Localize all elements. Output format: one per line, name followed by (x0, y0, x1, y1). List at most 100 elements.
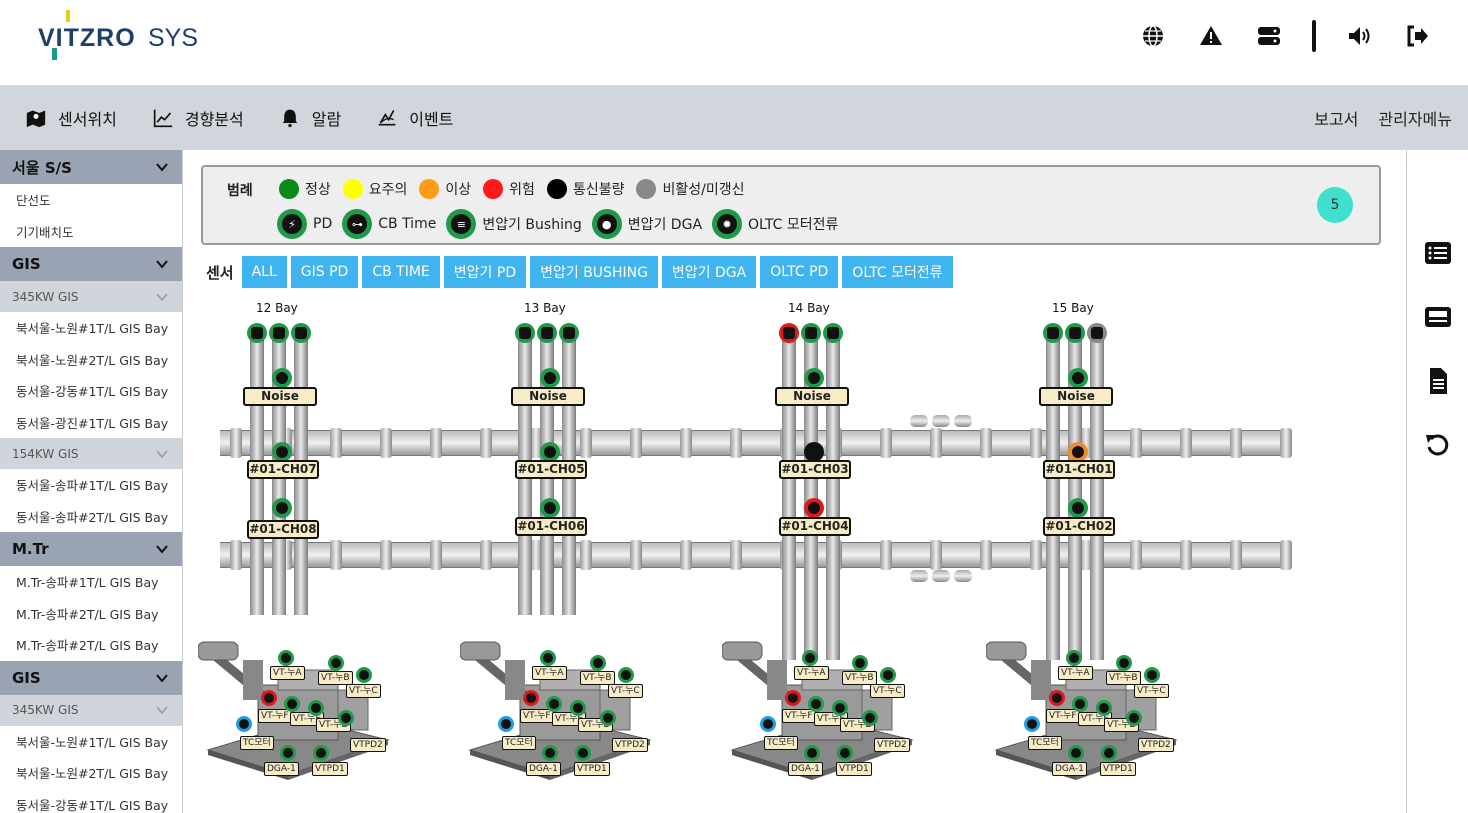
cb-time-sensor-icon[interactable] (1065, 323, 1085, 343)
sidebar-sub-345kw[interactable]: 345KW GIS (0, 281, 182, 312)
transformer-sensor-icon[interactable] (1101, 745, 1117, 761)
transformer-sensor-tag[interactable]: VT-누C (870, 684, 905, 698)
sidebar-group-seoul[interactable]: 서울 S/S (0, 150, 182, 184)
transformer-sensor-icon[interactable] (280, 745, 296, 761)
channel-tag[interactable]: #01-CH05 (515, 460, 587, 479)
transformer-sensor-icon[interactable] (498, 716, 514, 732)
sidebar-item[interactable]: 북서울-노원#1T/L GIS Bay (0, 726, 182, 758)
noise-tag[interactable]: Noise (775, 387, 849, 406)
cb-time-sensor-icon[interactable] (1087, 323, 1107, 343)
transformer-sensor-tag[interactable]: VTPD2 (612, 738, 648, 752)
transformer-sensor-icon[interactable] (600, 710, 616, 726)
transformer-sensor-icon[interactable] (760, 716, 776, 732)
transformer-sensor-icon[interactable] (1096, 700, 1112, 716)
transformer-sensor-tag[interactable]: VTPD2 (350, 738, 386, 752)
sidebar-sub-345kw-2[interactable]: 345KW GIS (0, 694, 182, 726)
transformer-sensor-tag[interactable]: VTPD2 (1138, 738, 1174, 752)
transformer-sensor-icon[interactable] (261, 690, 277, 706)
cb-time-sensor-icon[interactable] (291, 323, 311, 343)
transformer-sensor-icon[interactable] (236, 716, 252, 732)
transformer-sensor-icon[interactable] (1144, 667, 1160, 683)
sidebar-sub-154kw[interactable]: 154KW GIS (0, 438, 182, 469)
transformer-sensor-tag[interactable]: VT-누F (782, 709, 816, 723)
transformer-sensor-icon[interactable] (328, 655, 344, 671)
transformer-sensor-tag[interactable]: TC모터 (764, 736, 798, 750)
transformer-sensor-tag[interactable]: VTPD1 (312, 762, 348, 776)
sidebar-item[interactable]: M.Tr-송파#2T/L GIS Bay (0, 629, 182, 661)
transformer-sensor-icon[interactable] (338, 710, 354, 726)
transformer-sensor-icon[interactable] (356, 667, 372, 683)
sidebar-item[interactable]: 동서울-송파#1T/L GIS Bay (0, 469, 182, 501)
pd-sensor-icon[interactable] (540, 498, 560, 518)
transformer-sensor-tag[interactable]: VT-누F (258, 709, 292, 723)
transformer-sensor-icon[interactable] (852, 655, 868, 671)
cb-time-sensor-icon[interactable] (823, 323, 843, 343)
transformer-sensor-tag[interactable]: TC모터 (1028, 736, 1062, 750)
undo-icon[interactable] (1423, 430, 1453, 460)
transformer-sensor-icon[interactable] (542, 745, 558, 761)
transformer-sensor-icon[interactable] (1116, 655, 1132, 671)
transformer-sensor-icon[interactable] (862, 710, 878, 726)
transformer-sensor-tag[interactable]: VT-누C (346, 684, 381, 698)
channel-tag[interactable]: #01-CH04 (779, 517, 851, 536)
transformer-sensor-tag[interactable]: DGA-1 (264, 762, 299, 776)
sidebar-group-gis[interactable]: GIS (0, 247, 182, 281)
transformer-sensor-icon[interactable] (1066, 650, 1082, 666)
transformer-sensor-icon[interactable] (1072, 696, 1088, 712)
transformer-sensor-tag[interactable]: VT-누C (1134, 684, 1169, 698)
pd-sensor-icon[interactable] (1068, 498, 1088, 518)
filter-tr-pd-button[interactable]: 변압기 PD (443, 256, 527, 288)
sidebar-item[interactable]: 북서울-노원#1T/L GIS Bay (0, 312, 182, 344)
cb-time-sensor-icon[interactable] (247, 323, 267, 343)
transformer-sensor-icon[interactable] (278, 650, 294, 666)
pd-sensor-icon[interactable] (1068, 442, 1088, 462)
sidebar-item[interactable]: 북서울-노원#2T/L GIS Bay (0, 344, 182, 376)
sidebar-group-gis-2[interactable]: GIS (0, 660, 182, 695)
panel-icon[interactable] (1423, 302, 1453, 332)
filter-tr-bushing-button[interactable]: 변압기 BUSHING (530, 256, 658, 288)
transformer-sensor-icon[interactable] (590, 655, 606, 671)
transformer-sensor-tag[interactable]: VT-누B (318, 671, 353, 685)
transformer-sensor-tag[interactable]: TC모터 (502, 736, 536, 750)
transformer-sensor-tag[interactable]: VTPD1 (1100, 762, 1136, 776)
transformer-sensor-tag[interactable]: VT-누A (1058, 666, 1093, 680)
sidebar-item[interactable]: 동서울-강동#1T/L GIS Bay (0, 375, 182, 407)
filter-oltc-pd-button[interactable]: OLTC PD (760, 256, 839, 288)
filter-oltc-motor-button[interactable]: OLTC 모터전류 (842, 256, 953, 288)
transformer-sensor-icon[interactable] (837, 745, 853, 761)
channel-tag[interactable]: #01-CH03 (779, 460, 851, 479)
sidebar-item[interactable]: M.Tr-송파#2T/L GIS Bay (0, 598, 182, 630)
transformer-sensor-tag[interactable]: DGA-1 (526, 762, 561, 776)
transformer-sensor-icon[interactable] (880, 667, 896, 683)
transformer-sensor-tag[interactable]: VT-누F (520, 709, 554, 723)
channel-tag[interactable]: #01-CH07 (247, 460, 319, 479)
transformer-sensor-icon[interactable] (1068, 745, 1084, 761)
menu-admin[interactable]: 관리자메뉴 (1378, 106, 1452, 130)
filter-all-button[interactable]: ALL (241, 256, 287, 288)
cb-time-sensor-icon[interactable] (537, 323, 557, 343)
transformer-sensor-icon[interactable] (284, 696, 300, 712)
transformer-sensor-icon[interactable] (808, 696, 824, 712)
transformer-sensor-icon[interactable] (804, 745, 820, 761)
sidebar-item[interactable]: 단선도 (0, 184, 182, 216)
sidebar-item[interactable]: M.Tr-송파#1T/L GIS Bay (0, 566, 182, 598)
channel-tag[interactable]: #01-CH08 (247, 520, 319, 539)
cb-time-sensor-icon[interactable] (515, 323, 535, 343)
pd-sensor-icon[interactable] (540, 368, 560, 388)
volume-icon[interactable] (1330, 20, 1388, 52)
menu-trend-analysis[interactable]: 경향분석 (153, 106, 244, 130)
pd-sensor-icon[interactable] (804, 368, 824, 388)
transformer-sensor-icon[interactable] (618, 667, 634, 683)
transformer-sensor-tag[interactable]: VT-누B (580, 671, 615, 685)
transformer-sensor-tag[interactable]: VT-누A (270, 666, 305, 680)
filter-tr-dga-button[interactable]: 변압기 DGA (661, 256, 757, 288)
transformer-sensor-tag[interactable]: VTPD2 (874, 738, 910, 752)
cb-time-sensor-icon[interactable] (269, 323, 289, 343)
transformer-sensor-tag[interactable]: VT-누B (1106, 671, 1141, 685)
transformer-sensor-icon[interactable] (832, 700, 848, 716)
transformer-sensor-icon[interactable] (1049, 690, 1065, 706)
pd-sensor-icon[interactable] (804, 442, 824, 462)
list-icon[interactable] (1423, 238, 1453, 268)
transformer-sensor-icon[interactable] (308, 700, 324, 716)
pd-sensor-icon[interactable] (1068, 368, 1088, 388)
